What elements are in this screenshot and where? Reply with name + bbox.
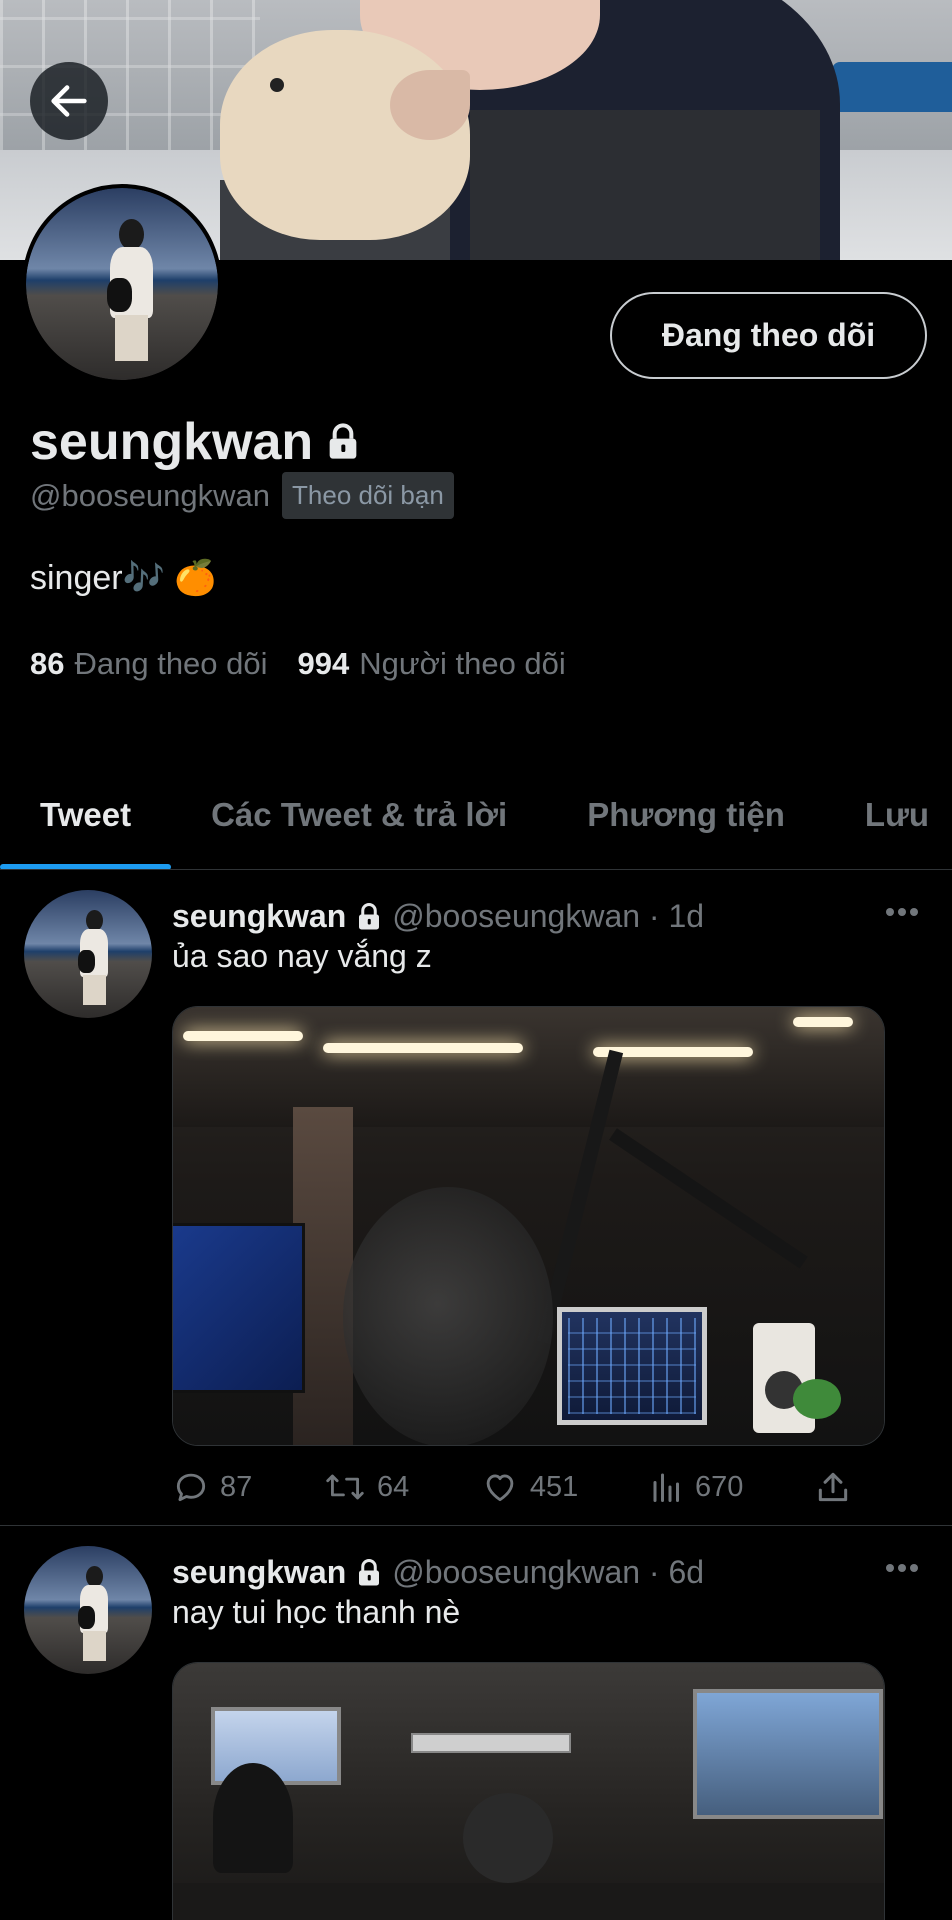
tweet-media-image[interactable] xyxy=(172,1006,885,1446)
avatar-person xyxy=(78,910,109,1006)
banner-coat xyxy=(470,110,820,260)
tab-media[interactable]: Phương tiện xyxy=(547,760,825,869)
studio-photo xyxy=(173,1007,884,1445)
tweet-header: seungkwan @booseungkwan · 6d xyxy=(172,1554,704,1591)
following-label: Đang theo dõi xyxy=(74,646,268,681)
profile-stats: 86 Đang theo dõi 994 Người theo dõi xyxy=(30,646,566,682)
tab-likes[interactable]: Lưu xyxy=(825,760,952,869)
profile-bio: singer🎶 🍊 xyxy=(30,559,217,597)
profile-avatar[interactable] xyxy=(22,184,222,384)
profile-handle: @booseungkwan xyxy=(30,477,271,513)
following-button-label: Đang theo dõi xyxy=(661,317,876,353)
reply-icon xyxy=(176,1473,206,1502)
tweet-author-name[interactable]: seungkwan xyxy=(172,898,346,935)
retweet-count: 64 xyxy=(376,1470,410,1503)
tweet-header: seungkwan @booseungkwan · 1d xyxy=(172,898,704,935)
arrow-left-icon xyxy=(51,85,87,117)
studio-photo xyxy=(173,1663,884,1920)
following-stat[interactable]: 86 Đang theo dõi xyxy=(30,646,268,682)
avatar-person xyxy=(78,1566,109,1662)
share-icon xyxy=(818,1472,848,1502)
views-count: 670 xyxy=(694,1470,744,1503)
lock-icon xyxy=(359,902,380,929)
views-icon xyxy=(653,1473,679,1502)
heart-icon xyxy=(486,1474,514,1502)
tweet-avatar[interactable] xyxy=(24,1546,152,1674)
tweet-actions: 87 64 451 670 xyxy=(172,1468,852,1506)
follows-you-badge: Theo dõi bạn xyxy=(282,472,454,519)
tweet-author-name[interactable]: seungkwan xyxy=(172,1554,346,1591)
display-name-text: seungkwan xyxy=(30,413,314,471)
lock-icon xyxy=(329,423,357,459)
tab-tweets-replies[interactable]: Các Tweet & trả lời xyxy=(171,760,547,869)
tab-media-label: Phương tiện xyxy=(587,796,785,833)
profile-tabs: Tweet Các Tweet & trả lời Phương tiện Lư… xyxy=(0,760,952,870)
followers-stat[interactable]: 994 Người theo dõi xyxy=(298,646,566,682)
banner-dog-eye xyxy=(270,78,284,92)
like-count: 451 xyxy=(529,1470,579,1503)
tweet-text: nay tui học thanh nè xyxy=(172,1594,461,1630)
avatar-person xyxy=(107,218,153,361)
tweet-meta: @booseungkwan · 1d xyxy=(392,898,705,934)
banner-dog-ear xyxy=(390,70,470,140)
tweet-media-image[interactable] xyxy=(172,1662,885,1920)
like-button[interactable]: 451 xyxy=(480,1468,578,1506)
profile-display-name: seungkwan xyxy=(30,412,363,472)
lock-icon xyxy=(359,1558,380,1585)
tweet-item[interactable]: seungkwan @booseungkwan · 6d nay tui học… xyxy=(0,1546,952,1920)
reply-button[interactable]: 87 xyxy=(172,1468,252,1506)
tweet-avatar[interactable] xyxy=(24,890,152,1018)
following-button[interactable]: Đang theo dõi xyxy=(610,292,927,379)
tweet-item[interactable]: seungkwan @booseungkwan · 1d ủa sao nay … xyxy=(0,890,952,1510)
tweet-meta: @booseungkwan · 6d xyxy=(392,1554,705,1590)
more-horizontal-icon[interactable] xyxy=(880,896,924,928)
retweet-icon xyxy=(326,1474,364,1500)
following-count: 86 xyxy=(30,646,65,681)
reply-count: 87 xyxy=(220,1470,253,1503)
avatar-image xyxy=(26,188,218,380)
tweet-divider xyxy=(0,1525,952,1526)
more-horizontal-icon[interactable] xyxy=(880,1552,924,1584)
tweet-text: ủa sao nay vắng z xyxy=(172,938,432,974)
banner-bus xyxy=(832,62,952,112)
handle-row: @booseungkwan Theo dõi bạn xyxy=(30,472,454,519)
tab-tweets[interactable]: Tweet xyxy=(0,760,172,869)
views-button[interactable]: 670 xyxy=(649,1468,743,1506)
share-button[interactable] xyxy=(814,1468,852,1506)
followers-label: Người theo dõi xyxy=(359,646,566,681)
tab-likes-label: Lưu xyxy=(864,796,930,833)
tab-tweets-replies-label: Các Tweet & trả lời xyxy=(211,796,508,833)
followers-count: 994 xyxy=(297,646,350,681)
tab-tweets-label: Tweet xyxy=(40,796,132,833)
retweet-button[interactable]: 64 xyxy=(323,1468,409,1506)
back-button[interactable] xyxy=(30,62,108,140)
